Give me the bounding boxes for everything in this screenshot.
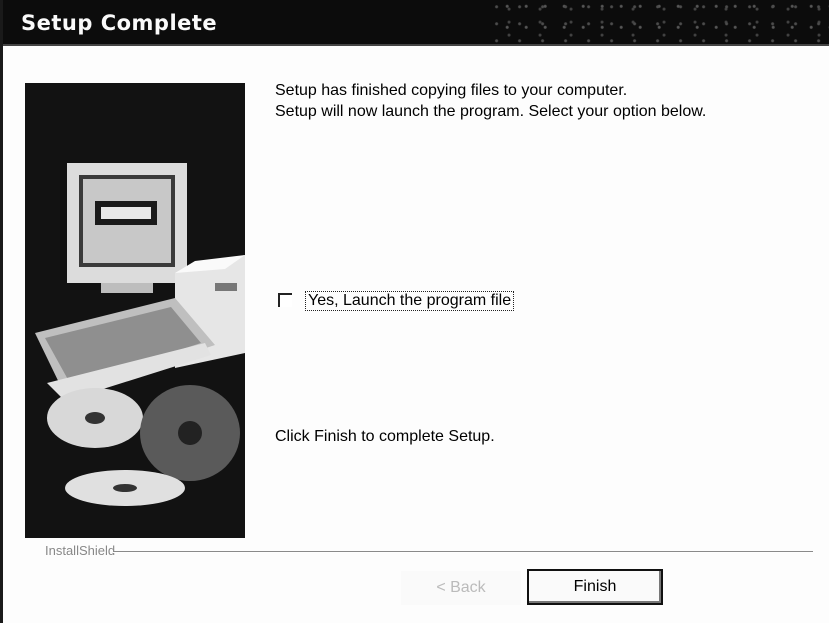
computer-illustration [25,83,245,538]
finish-instruction: Click Finish to complete Setup. [275,428,495,445]
window-title: Setup Complete [21,11,218,35]
installshield-brand: InstallShield [45,543,116,558]
title-bar-texture [492,0,829,44]
monitor-icon [67,163,187,293]
footer-divider [113,551,813,553]
setup-side-image [25,83,245,538]
setup-dialog: Setup Complete Setup has finished copyin… [0,0,829,623]
title-bar: Setup Complete [3,0,829,46]
launch-program-label[interactable]: Yes, Launch the program file [305,291,515,311]
back-button[interactable]: < Back [401,571,521,605]
launch-program-checkbox[interactable] [278,293,292,307]
finish-button[interactable]: Finish [527,569,663,605]
message-line-2: Setup will now launch the program. Selec… [275,103,707,120]
message-line-1: Setup has finished copying files to your… [275,82,628,99]
